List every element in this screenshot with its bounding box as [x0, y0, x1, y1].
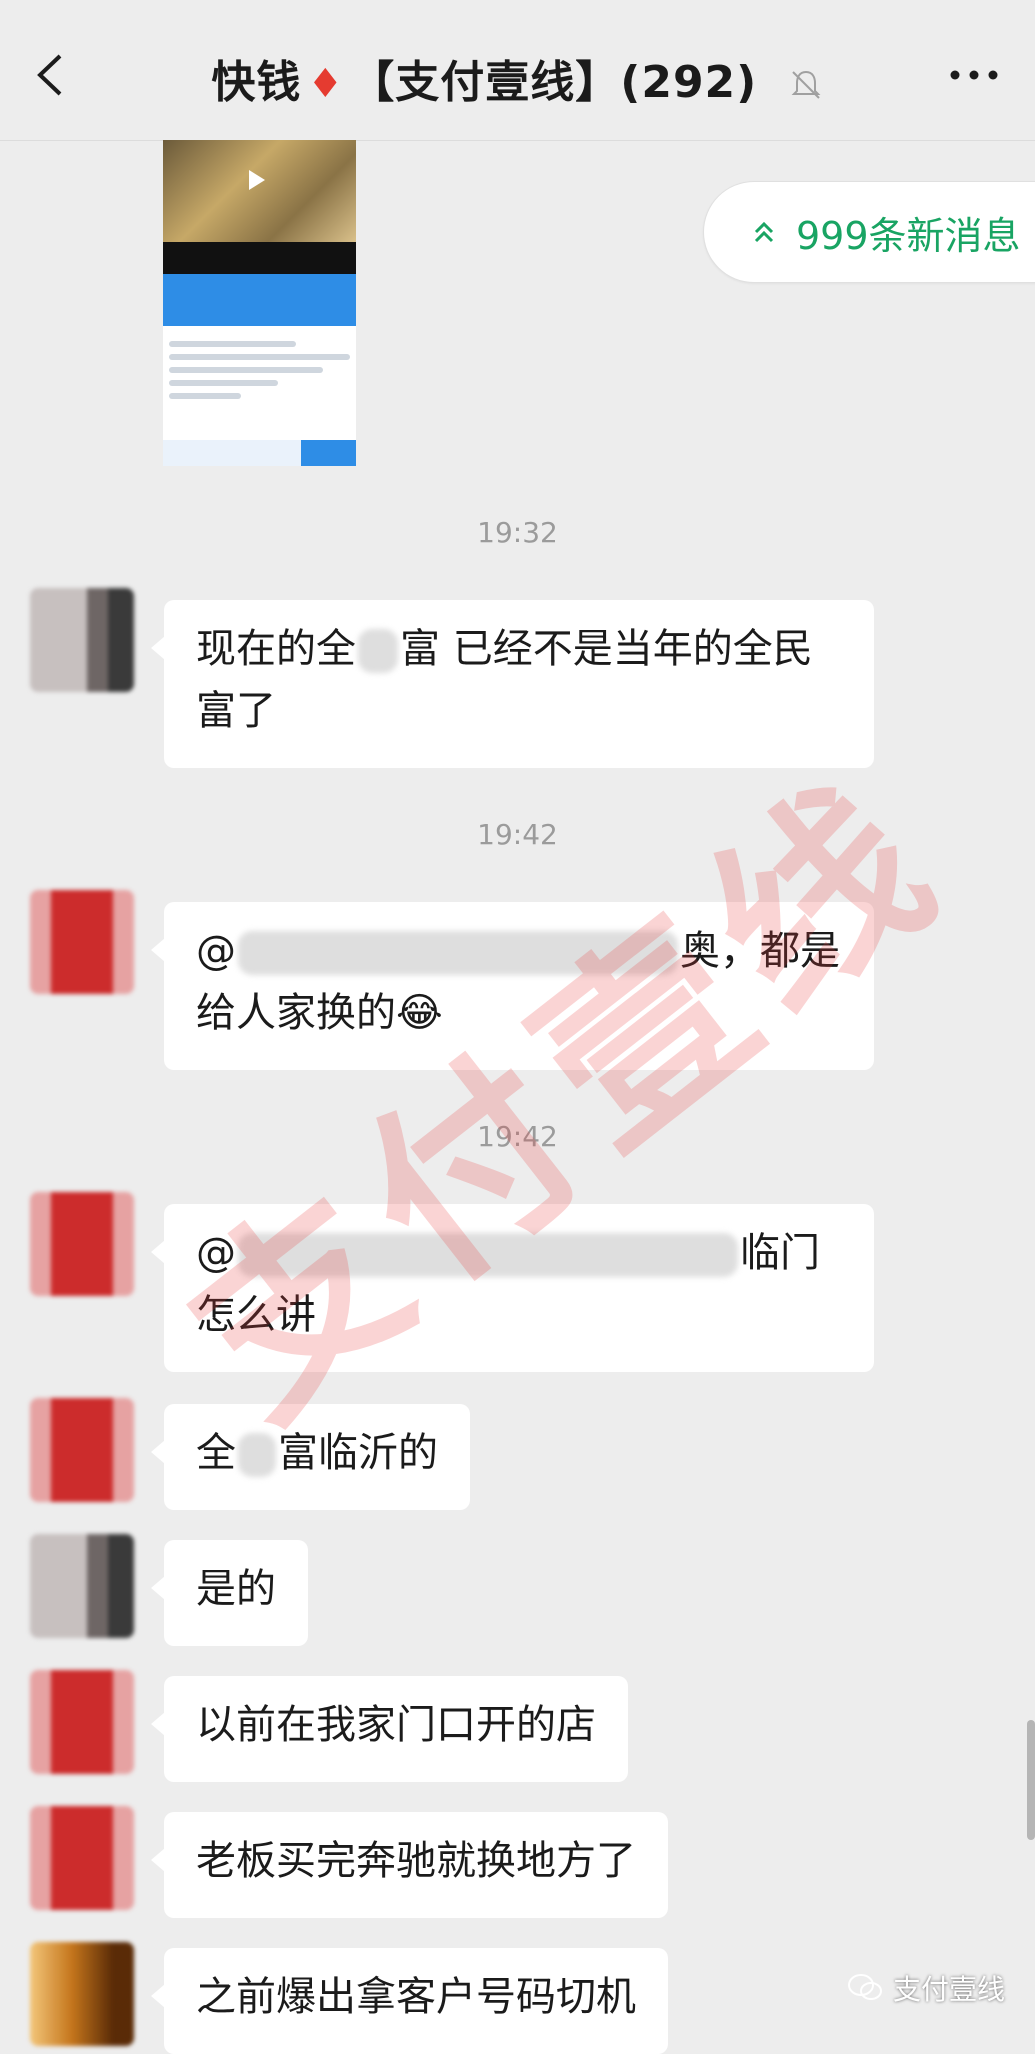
shared-image-message[interactable] — [163, 140, 356, 466]
timestamp: 19:42 — [477, 818, 558, 851]
source-name: 支付壹线 — [892, 1973, 1005, 2006]
title-prefix: 快钱 — [211, 57, 302, 108]
scrollbar[interactable] — [1027, 1720, 1035, 1840]
avatar[interactable] — [30, 1398, 134, 1502]
source-badge: 支付壹线 — [847, 1968, 1005, 2008]
avatar[interactable] — [30, 1670, 134, 1774]
more-options-icon[interactable] — [947, 60, 1001, 90]
avatar[interactable] — [30, 1942, 134, 2046]
avatar[interactable] — [30, 1534, 134, 1638]
double-chevron-up-icon — [754, 221, 774, 243]
message-bubble[interactable]: @ 奥，都是给人家换的😂 — [151, 902, 874, 1070]
message-bubble[interactable]: @ 临门 怎么讲 — [151, 1204, 874, 1372]
timestamp: 19:32 — [477, 516, 558, 549]
avatar[interactable] — [30, 1192, 134, 1296]
chat-header: 快钱 ♦ 【支付壹线】(292) — [0, 0, 1035, 141]
message-text: 之前爆出拿客户号码切机 — [196, 1974, 636, 2020]
mention-at: @ — [196, 928, 236, 974]
title-main: 【支付壹线】(292) — [350, 57, 758, 108]
message-text: 是的 — [196, 1566, 276, 1612]
muted-bell-icon — [791, 70, 821, 99]
video-thumbnail — [163, 140, 356, 242]
message-bubble[interactable]: 之前爆出拿客户号码切机 — [151, 1948, 668, 2054]
chat-title: 快钱 ♦ 【支付壹线】(292) — [0, 46, 1035, 110]
message-bubble[interactable]: 现在的全富 已经不是当年的全民富了 — [151, 600, 874, 768]
message-bubble[interactable]: 是的 — [151, 1540, 308, 1646]
mention-at: @ — [196, 1230, 236, 1276]
timestamp: 19:42 — [477, 1120, 558, 1153]
message-text: 现在的全 — [196, 626, 356, 672]
message-text: 以前在我家门口开的店 — [196, 1702, 596, 1748]
new-messages-label: 999条新消息 — [796, 213, 1021, 258]
avatar[interactable] — [30, 588, 134, 692]
message-bubble[interactable]: 全富临沂的 — [151, 1404, 470, 1510]
message-bubble[interactable]: 老板买完奔驰就换地方了 — [151, 1812, 668, 1918]
avatar[interactable] — [30, 1806, 134, 1910]
message-bubble[interactable]: 以前在我家门口开的店 — [151, 1676, 628, 1782]
new-messages-button[interactable]: 999条新消息 — [703, 181, 1035, 283]
message-text: 全 — [196, 1430, 236, 1476]
avatar[interactable] — [30, 890, 134, 994]
message-text: 富临沂的 — [278, 1430, 438, 1476]
diamond-icon: ♦ — [307, 61, 345, 107]
play-icon — [249, 170, 265, 190]
wechat-icon — [847, 1974, 882, 2000]
message-text: 老板买完奔驰就换地方了 — [196, 1838, 636, 1884]
